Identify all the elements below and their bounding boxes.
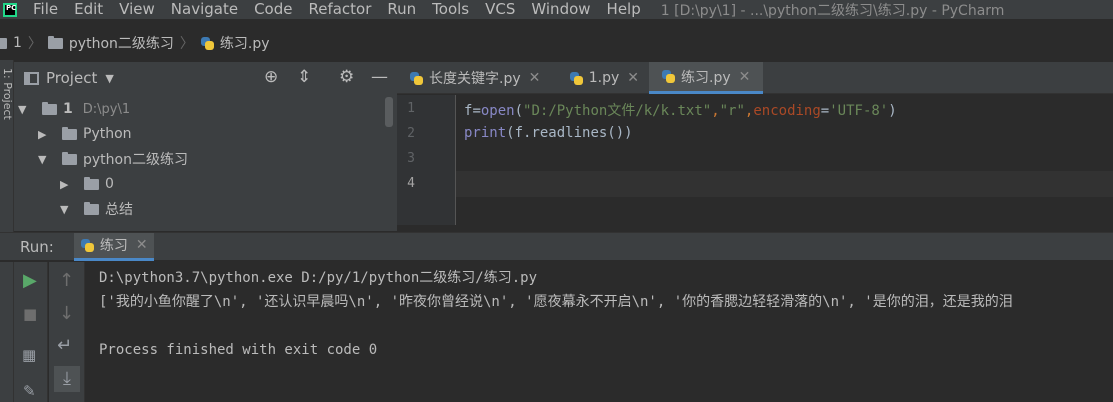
folder-icon xyxy=(62,126,77,140)
menu-vcs[interactable]: VCS xyxy=(485,0,515,19)
layout-icon[interactable]: ▦ xyxy=(22,346,36,364)
menu-run[interactable]: Run xyxy=(387,0,416,19)
line-number: 3 xyxy=(407,151,415,166)
project-view-selector[interactable]: Project xyxy=(46,69,97,87)
pycharm-logo-icon: PC xyxy=(3,2,17,17)
scroll-up-icon[interactable]: ↑ xyxy=(59,272,74,290)
tree-item-root[interactable]: ▼ 1 D:\py\1 xyxy=(18,97,130,121)
run-tab-practice[interactable]: 练习 ✕ xyxy=(73,232,154,261)
folder-icon xyxy=(84,201,99,215)
breadcrumb: 1 〉 python二级练习 〉 练习.py xyxy=(0,30,1113,56)
soft-wrap-icon[interactable]: ↵ xyxy=(57,337,72,355)
close-icon[interactable]: ✕ xyxy=(529,70,541,86)
hide-panel-icon[interactable]: — xyxy=(371,69,388,86)
scroll-to-end-icon[interactable]: ⤓ xyxy=(54,366,80,392)
python-file-icon xyxy=(661,69,676,84)
menu-bar: PC File Edit View Navigate Code Refactor… xyxy=(0,0,1113,19)
project-tree: ▼ 1 D:\py\1 ▶ Python ▼ python二级练习 ▶ 0 ▼ … xyxy=(14,94,397,231)
scroll-down-icon[interactable]: ↓ xyxy=(59,305,74,323)
tab-1-py[interactable]: 1.py ✕ xyxy=(557,62,649,94)
breadcrumb-separator-icon: 〉 xyxy=(27,36,42,52)
menu-code[interactable]: Code xyxy=(254,0,292,19)
stop-icon[interactable]: ■ xyxy=(23,305,37,323)
python-file-icon xyxy=(569,71,584,86)
console-output[interactable]: D:\python3.7\python.exe D:/py/1/python二级… xyxy=(86,262,1113,402)
python-file-icon xyxy=(200,36,215,51)
code-line-2: print(f.readlines()) xyxy=(464,125,633,141)
menu-view[interactable]: View xyxy=(119,0,155,19)
close-icon[interactable]: ✕ xyxy=(136,237,148,253)
menu-file[interactable]: File xyxy=(33,0,58,19)
tree-item-0[interactable]: ▶ 0 xyxy=(60,172,114,196)
project-tool-window-button[interactable]: 1: Project xyxy=(1,68,14,120)
folder-icon xyxy=(84,176,99,190)
line-number: 1 xyxy=(407,101,415,116)
locate-target-icon[interactable]: ⊕ xyxy=(264,69,278,86)
breadcrumb-item-folder[interactable]: python二级练习 xyxy=(47,33,174,53)
project-icon xyxy=(24,71,39,85)
run-toolbar-primary: ▶ ■ ▦ ✎ xyxy=(14,262,48,402)
console-line: ['我的小鱼你醒了\n', '还认识早晨吗\n', '昨夜你曾经说\n', '愿… xyxy=(99,294,1013,310)
project-panel-header: Project ▼ ⊕ ⇕ ⚙ — xyxy=(14,62,397,94)
left-tool-strip-lower xyxy=(0,262,14,402)
editor-gutter: 1 2 3 4 xyxy=(397,95,456,225)
folder-icon xyxy=(47,35,63,49)
breadcrumb-item-root[interactable]: 1 xyxy=(0,35,22,51)
breadcrumb-item-file[interactable]: 练习.py xyxy=(200,33,270,53)
left-tool-strip: 1: Project xyxy=(0,60,14,232)
python-file-icon xyxy=(409,71,424,86)
menu-window[interactable]: Window xyxy=(531,0,590,19)
chevron-down-icon[interactable]: ▼ xyxy=(105,72,113,85)
expanded-arrow-icon[interactable]: ▼ xyxy=(18,103,30,116)
collapsed-arrow-icon[interactable]: ▶ xyxy=(38,128,50,141)
project-tree-scrollbar[interactable] xyxy=(385,97,393,127)
folder-icon xyxy=(62,151,77,165)
folder-icon xyxy=(0,37,7,49)
tree-item-python-practice[interactable]: ▼ python二级练习 xyxy=(38,147,188,171)
expanded-arrow-icon[interactable]: ▼ xyxy=(60,203,72,216)
menu-refactor[interactable]: Refactor xyxy=(308,0,371,19)
run-label: Run: xyxy=(20,237,54,256)
menu-help[interactable]: Help xyxy=(607,0,641,19)
menu-edit[interactable]: Edit xyxy=(74,0,103,19)
menu-tools[interactable]: Tools xyxy=(432,0,469,19)
console-line: D:\python3.7\python.exe D:/py/1/python二级… xyxy=(99,270,538,286)
rerun-icon[interactable]: ▶ xyxy=(23,272,37,290)
collapse-all-icon[interactable]: ⇕ xyxy=(297,69,311,86)
tab-practice-py[interactable]: 练习.py ✕ xyxy=(649,62,763,94)
collapsed-arrow-icon[interactable]: ▶ xyxy=(60,178,72,191)
line-number: 2 xyxy=(407,126,415,141)
breadcrumb-separator-icon: 〉 xyxy=(179,36,194,52)
gear-icon[interactable]: ⚙ xyxy=(339,69,354,86)
code-content[interactable]: f=open("D:/Python文件/k/k.txt","r",encodin… xyxy=(456,95,1113,225)
pin-icon[interactable]: ✎ xyxy=(23,382,36,400)
run-tool-window-header: Run: 练习 ✕ xyxy=(0,232,1113,261)
python-file-icon xyxy=(80,238,95,253)
close-icon[interactable]: ✕ xyxy=(627,70,639,86)
editor-tab-bar: 长度关键字.py ✕ 1.py ✕ 练习.py ✕ xyxy=(397,62,1113,94)
menu-navigate[interactable]: Navigate xyxy=(171,0,238,19)
tree-item-python[interactable]: ▶ Python xyxy=(38,122,132,146)
code-line-1: f=open("D:/Python文件/k/k.txt","r",encodin… xyxy=(464,103,897,119)
window-title: 1 [D:\py\1] - ...\python二级练习\练习.py - PyC… xyxy=(660,2,1005,19)
run-toolbar-secondary: ↑ ↓ ↵ ⤓ xyxy=(49,262,85,402)
close-icon[interactable]: ✕ xyxy=(739,69,751,85)
tree-item-summary[interactable]: ▼ 总结 xyxy=(60,197,133,221)
line-number: 4 xyxy=(407,176,415,191)
folder-icon xyxy=(42,101,57,115)
tab-length-keyword[interactable]: 长度关键字.py ✕ xyxy=(397,62,557,94)
console-line: Process finished with exit code 0 xyxy=(99,342,378,358)
expanded-arrow-icon[interactable]: ▼ xyxy=(38,153,50,166)
